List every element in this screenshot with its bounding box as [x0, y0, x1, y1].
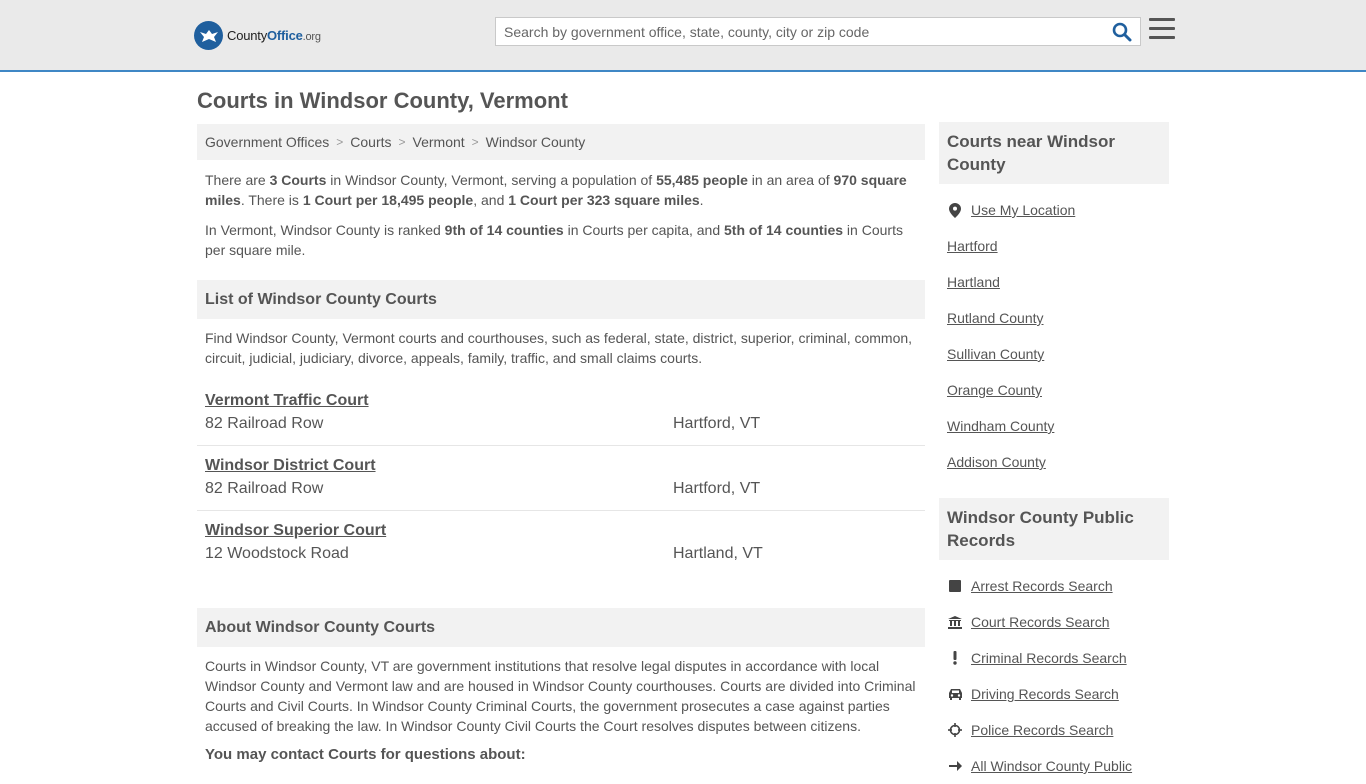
breadcrumb-separator: > — [471, 135, 479, 149]
nearby-item: Windham County — [947, 408, 1161, 444]
list-section-heading: List of Windsor County Courts — [197, 280, 925, 319]
nearby-link-rutland-county[interactable]: Rutland County — [947, 310, 1044, 326]
arrow-right-icon — [947, 760, 963, 772]
court-name-link[interactable]: Windsor Superior Court — [205, 521, 386, 541]
court-address: 82 Railroad Row — [205, 480, 324, 497]
highlight-stat: 9th of 14 counties — [444, 222, 564, 238]
breadcrumb-windsor-county[interactable]: Windsor County — [486, 134, 586, 150]
nearby-item: Hartford — [947, 228, 1161, 264]
nearby-link-orange-county[interactable]: Orange County — [947, 382, 1042, 398]
nearby-link-sullivan-county[interactable]: Sullivan County — [947, 346, 1044, 362]
breadcrumb-government-offices[interactable]: Government Offices — [205, 134, 329, 150]
crosshair-icon — [947, 723, 963, 737]
page-title: Courts in Windsor County, Vermont — [197, 88, 568, 113]
arrest-records-link[interactable]: Arrest Records Search — [971, 578, 1113, 594]
breadcrumb: Government Offices > Courts > Vermont > … — [197, 124, 925, 160]
eagle-icon — [194, 21, 223, 50]
highlight-stat: 1 Court per 18,495 people — [302, 192, 474, 208]
breadcrumb-courts[interactable]: Courts — [350, 134, 391, 150]
highlight-stat: 3 Courts — [269, 172, 327, 188]
list-intro: Find Windsor County, Vermont courts and … — [205, 330, 913, 366]
breadcrumb-separator: > — [336, 135, 344, 149]
court-name-link[interactable]: Windsor District Court — [205, 456, 376, 476]
nearby-courts-heading: Courts near Windsor County — [939, 122, 1169, 184]
records-item: Arrest Records Search — [947, 568, 1161, 604]
county-office-logo[interactable]: CountyOffice.org — [194, 21, 321, 50]
court-address: 12 Woodstock Road — [205, 545, 349, 562]
nearby-item: Addison County — [947, 444, 1161, 480]
courthouse-icon — [947, 615, 963, 629]
exclamation-icon — [947, 651, 963, 665]
records-item: Police Records Search — [947, 712, 1161, 748]
map-marker-icon — [947, 202, 963, 218]
sidebar: Courts near Windsor County Use My Locati… — [939, 122, 1169, 784]
driving-records-link[interactable]: Driving Records Search — [971, 686, 1119, 702]
summary-text: , and — [473, 192, 509, 208]
summary-text: In Vermont, Windsor County is ranked — [205, 222, 445, 238]
records-item: Driving Records Search — [947, 676, 1161, 712]
records-list: Arrest Records Search Court Records Sear… — [939, 568, 1169, 784]
about-text: Courts in Windsor County, VT are governm… — [205, 658, 916, 734]
records-item: Criminal Records Search — [947, 640, 1161, 676]
summary-text: in Windsor County, Vermont, serving a po… — [326, 172, 657, 188]
summary-text: in Courts per capita, and — [563, 222, 725, 238]
court-city: Hartford, VT — [673, 480, 761, 497]
court-item: Windsor District Court 82 Railroad Row H… — [197, 446, 925, 511]
car-icon — [947, 688, 963, 700]
highlight-stat: 5th of 14 counties — [724, 222, 844, 238]
ranking-paragraph: In Vermont, Windsor County is ranked 9th… — [197, 220, 925, 260]
nearby-item: Rutland County — [947, 300, 1161, 336]
nearby-item: Sullivan County — [947, 336, 1161, 372]
court-list: Vermont Traffic Court 82 Railroad Row Ha… — [197, 381, 925, 576]
nearby-item: Orange County — [947, 372, 1161, 408]
main-content: Government Offices > Courts > Vermont > … — [197, 124, 925, 763]
court-city: Hartford, VT — [673, 415, 761, 432]
nearby-link-hartland[interactable]: Hartland — [947, 274, 1000, 290]
contact-heading: You may contact Courts for questions abo… — [205, 746, 526, 763]
search-icon[interactable] — [1112, 22, 1134, 42]
summary-text: . — [699, 192, 704, 208]
about-section-heading: About Windsor County Courts — [197, 608, 925, 647]
use-location-item: Use My Location — [947, 192, 1161, 228]
nearby-link-windham-county[interactable]: Windham County — [947, 418, 1054, 434]
public-records-heading: Windsor County Public Records — [939, 498, 1169, 560]
summary-text: There are — [205, 172, 270, 188]
search-input[interactable] — [496, 18, 1096, 45]
square-icon — [947, 580, 963, 592]
nearby-list: Use My Location Hartford Hartland Rutlan… — [939, 192, 1169, 480]
records-item: Court Records Search — [947, 604, 1161, 640]
police-records-link[interactable]: Police Records Search — [971, 722, 1113, 738]
highlight-stat: 1 Court per 323 square miles — [508, 192, 700, 208]
use-my-location-link[interactable]: Use My Location — [971, 202, 1075, 218]
summary-text: in an area of — [747, 172, 834, 188]
court-name-link[interactable]: Vermont Traffic Court — [205, 391, 369, 411]
nearby-item: Hartland — [947, 264, 1161, 300]
nearby-link-hartford[interactable]: Hartford — [947, 238, 998, 254]
summary-text: . There is — [240, 192, 303, 208]
breadcrumb-separator: > — [398, 135, 406, 149]
hamburger-menu-icon[interactable] — [1149, 18, 1175, 42]
criminal-records-link[interactable]: Criminal Records Search — [971, 650, 1127, 666]
highlight-stat: 55,485 people — [656, 172, 748, 188]
top-bar: CountyOffice.org — [0, 0, 1366, 72]
search-box — [495, 17, 1141, 46]
summary-paragraph: There are 3 Courts in Windsor County, Ve… — [197, 170, 925, 210]
records-item: All Windsor County Public — [947, 748, 1161, 784]
court-address: 82 Railroad Row — [205, 415, 324, 432]
breadcrumb-vermont[interactable]: Vermont — [413, 134, 465, 150]
court-city: Hartland, VT — [673, 545, 763, 562]
logo-text: CountyOffice.org — [227, 28, 321, 43]
nearby-link-addison-county[interactable]: Addison County — [947, 454, 1046, 470]
court-records-link[interactable]: Court Records Search — [971, 614, 1110, 630]
court-item: Windsor Superior Court 12 Woodstock Road… — [197, 511, 925, 576]
all-public-records-link[interactable]: All Windsor County Public — [971, 758, 1132, 774]
court-item: Vermont Traffic Court 82 Railroad Row Ha… — [197, 381, 925, 446]
